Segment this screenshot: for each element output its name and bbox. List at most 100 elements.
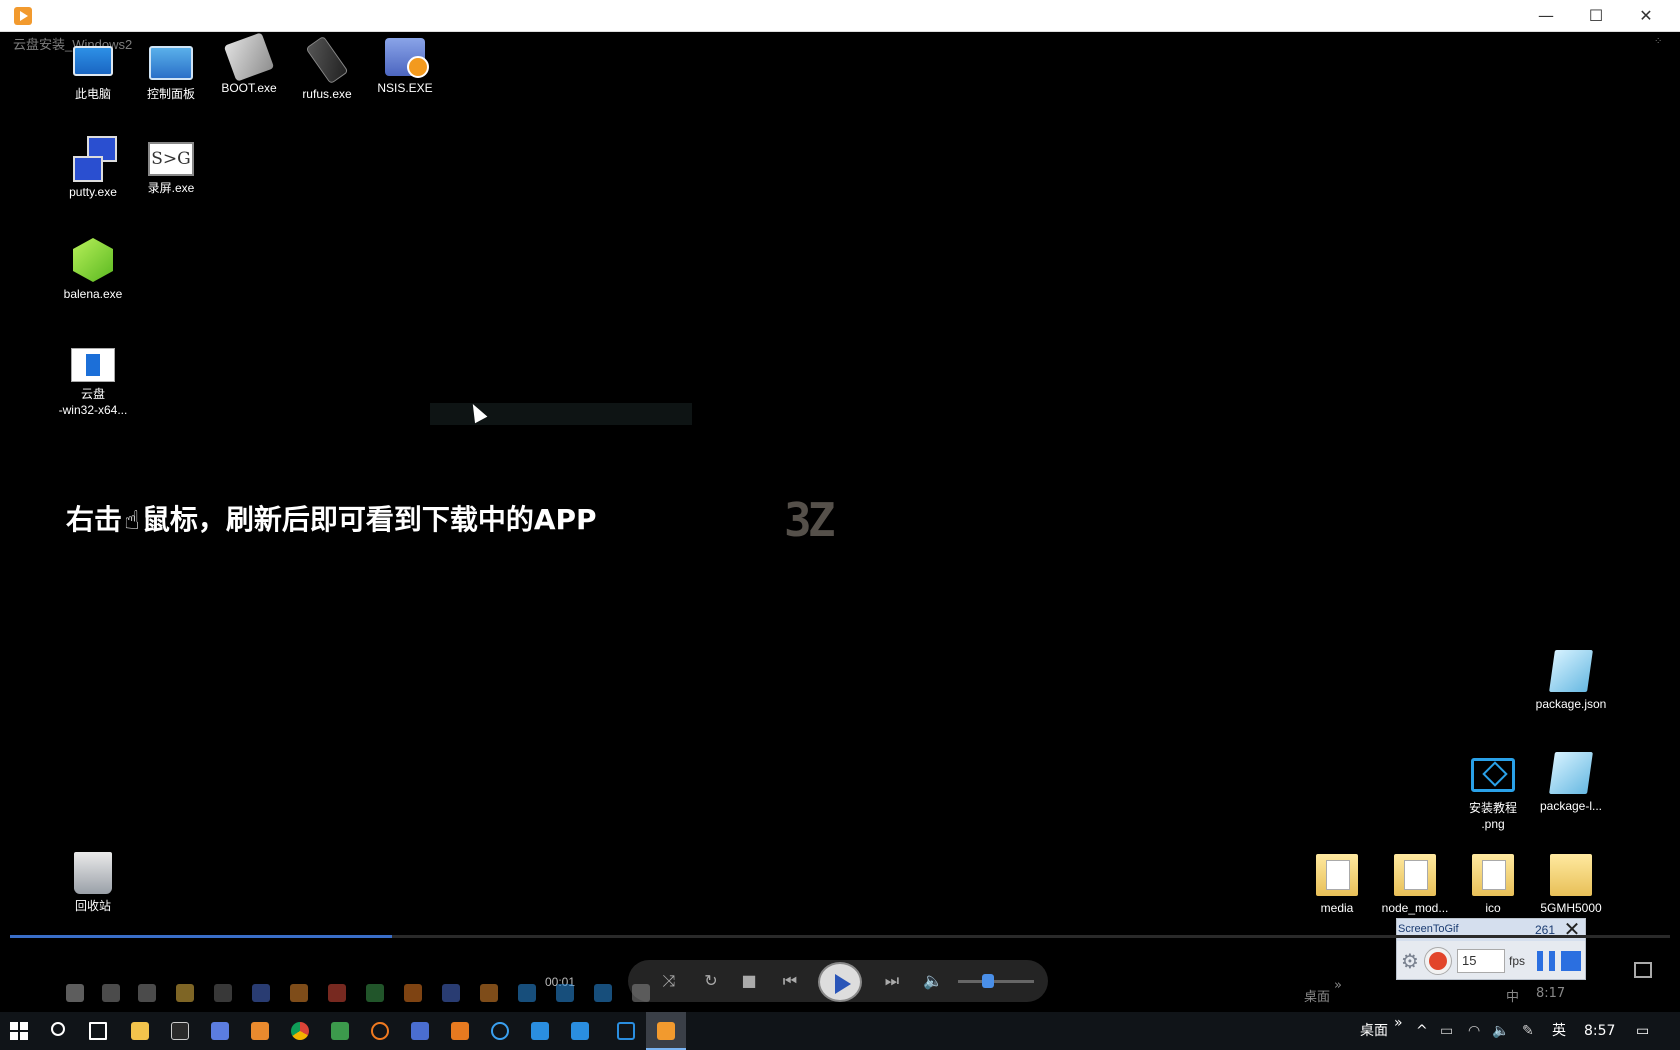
windows-logo-icon: [10, 1022, 28, 1040]
start-button[interactable]: [0, 1012, 40, 1050]
taskbar-app[interactable]: [520, 1012, 560, 1050]
tray-desktop-label[interactable]: 桌面: [1360, 1012, 1388, 1050]
notification-center-icon[interactable]: ▭: [1636, 1012, 1649, 1050]
taskbar-app[interactable]: [200, 1012, 240, 1050]
wifi-icon[interactable]: ◠: [1468, 1012, 1480, 1050]
cube-icon: [73, 238, 113, 282]
stop-playback-button[interactable]: ■: [734, 960, 764, 1002]
desktop-icon-node-modules: node_mod...: [1372, 854, 1458, 916]
desktop-icon-label: .png: [1481, 817, 1505, 831]
desktop-icon-boot: BOOT.exe: [206, 32, 292, 96]
task-view-icon: [138, 984, 156, 1002]
player-titlebar: — ☐ ✕: [0, 0, 1680, 32]
app-icon: [290, 984, 308, 1002]
maximize-button[interactable]: ☐: [1571, 0, 1621, 32]
desktop-icon-media: media: [1294, 854, 1380, 916]
volume-icon[interactable]: 🔈: [918, 960, 948, 1002]
desktop-icon-label: 5GMH5000: [1540, 901, 1602, 915]
desktop-icon-label: package-l...: [1539, 799, 1603, 813]
taskbar-app[interactable]: [480, 1012, 520, 1050]
battery-icon[interactable]: ▭: [1440, 1012, 1453, 1050]
desktop-icon-label: 回收站: [74, 899, 111, 913]
video-caption: 右击☝鼠标，刷新后即可看到下载中的APP: [66, 498, 597, 538]
taskbar: 桌面 » ^ ▭ ◠ 🔈 ✎ 英 8:57 ▭: [0, 1012, 1680, 1050]
app-icon: [480, 984, 498, 1002]
fps-input[interactable]: 15: [1457, 949, 1505, 973]
taskbar-app[interactable]: [440, 1012, 480, 1050]
taskbar-chrome[interactable]: [280, 1012, 320, 1050]
folder-icon: [1472, 854, 1514, 896]
usb-drive-icon: [305, 35, 349, 85]
taskbar-task-view[interactable]: [78, 1012, 118, 1050]
stop-button[interactable]: [1561, 951, 1581, 971]
screentogif-recorder: ScreenToGif 261 ✕ ⚙ 15 fps: [1396, 918, 1586, 980]
pause-button[interactable]: [1537, 951, 1555, 971]
taskbar-file-explorer[interactable]: [120, 1012, 160, 1050]
fullscreen-icon[interactable]: [1634, 962, 1652, 978]
file-explorer-icon: [176, 984, 194, 1002]
desktop-icon-package-json: package.json: [1528, 650, 1614, 712]
taskbar-terminal[interactable]: [160, 1012, 200, 1050]
desktop-icon-ico: ico: [1450, 854, 1536, 916]
volume-slider-knob[interactable]: [982, 974, 995, 988]
terminal-icon: [171, 1022, 189, 1040]
speaker-icon[interactable]: 🔈: [1492, 1012, 1509, 1050]
recorded-taskbar: [54, 984, 654, 1010]
close-button[interactable]: ✕: [1621, 0, 1671, 32]
shuffle-button[interactable]: ⤨: [654, 960, 684, 1002]
play-button[interactable]: [818, 962, 862, 1002]
show-hidden-icons-button[interactable]: ^: [1416, 1012, 1428, 1050]
taskbar-app[interactable]: [240, 1012, 280, 1050]
desktop-icon-label: 此电脑: [74, 87, 111, 101]
taskbar-clock[interactable]: 8:57: [1584, 1012, 1615, 1050]
minimize-button[interactable]: —: [1521, 0, 1571, 32]
recorded-tray-clock: 8:17: [1536, 986, 1566, 1001]
volume-slider[interactable]: [958, 980, 1034, 983]
text-file-icon: [1549, 752, 1593, 794]
recorder-title: ScreenToGif: [1398, 923, 1459, 935]
chrome-icon: [328, 984, 346, 1002]
folder-icon: [1394, 854, 1436, 896]
desktop-icon-label: node_mod...: [1381, 901, 1449, 915]
fps-label: fps: [1509, 954, 1526, 968]
next-button[interactable]: ⏭: [872, 960, 912, 1002]
desktop-icon-label: package.json: [1535, 697, 1607, 711]
app-icon: [617, 1022, 635, 1040]
app-icon: [251, 1022, 269, 1040]
taskbar-app[interactable]: [320, 1012, 360, 1050]
ime-indicator[interactable]: 英: [1552, 1012, 1566, 1050]
repeat-button[interactable]: ↻: [696, 960, 726, 1002]
desktop-icon-screen-recorder: S>G 录屏.exe: [128, 136, 214, 196]
record-button[interactable]: [1424, 947, 1452, 975]
tray-chevron[interactable]: »: [1394, 1004, 1403, 1042]
app-icon: [404, 984, 422, 1002]
seek-bar[interactable]: [10, 935, 1670, 938]
taskbar-app[interactable]: [400, 1012, 440, 1050]
desktop-icon-control-panel: 控制面板: [128, 38, 214, 102]
seek-bar-fill: [10, 935, 392, 938]
desktop-icon-5gmh5000: 5GMH5000: [1528, 854, 1614, 916]
desktop-icon-label: 控制面板: [146, 87, 195, 101]
app-icon: [491, 1022, 509, 1040]
taskbar-search[interactable]: [40, 1012, 80, 1050]
taskbar-app[interactable]: [560, 1012, 600, 1050]
taskbar-app[interactable]: [360, 1012, 400, 1050]
disk-icon: [223, 32, 275, 82]
control-panel-icon: [149, 46, 193, 80]
recorded-tray-chevron: »: [1334, 978, 1342, 993]
taskbar-media-player[interactable]: [646, 1012, 686, 1050]
previous-button[interactable]: ⏮: [770, 960, 810, 1002]
player-app-icon: [14, 7, 32, 25]
desktop-icon-nsis: NSIS.EXE: [362, 38, 448, 96]
desktop-icon-label: putty.exe: [69, 185, 117, 199]
pen-icon[interactable]: ✎: [1522, 1012, 1534, 1050]
folder-icon: [1316, 854, 1358, 896]
app-icon: [252, 984, 270, 1002]
gear-icon[interactable]: ⚙: [1401, 949, 1419, 973]
putty-icon: [71, 136, 117, 182]
desktop-icon-label: BOOT.exe: [221, 81, 277, 95]
desktop-icon-this-pc: 此电脑: [50, 38, 136, 102]
player-controls: ⤨ ↻ ■ ⏮ ⏭ 🔈: [628, 960, 1048, 1002]
app-icon: [594, 984, 612, 1002]
taskbar-app[interactable]: [606, 1012, 646, 1050]
